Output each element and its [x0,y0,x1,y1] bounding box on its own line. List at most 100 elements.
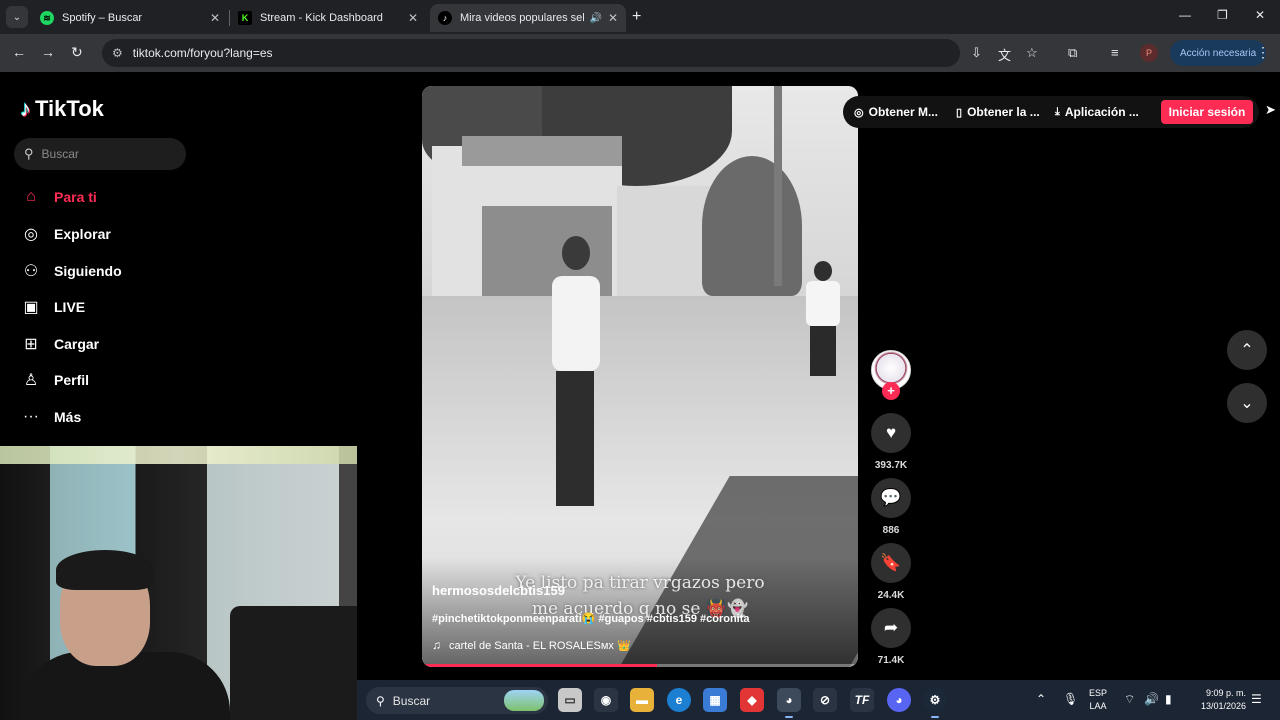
search-icon: ⚲ [24,146,34,161]
steam-icon[interactable]: ⚙ [923,688,947,712]
share-button[interactable]: ➦ [871,608,911,648]
tab-search-menu-icon[interactable]: ⌄ [6,6,28,28]
speaker-icon[interactable]: 🔊 [589,13,601,24]
home-icon: ⌂ [26,188,36,205]
close-icon[interactable]: ✕ [408,11,418,25]
save-button[interactable]: 🔖 [871,543,911,583]
close-icon[interactable]: ✕ [608,11,618,25]
video-subject-background [802,261,842,376]
install-app-icon[interactable]: ⇩ [971,45,982,61]
live-icon: ▣ [23,299,39,316]
more-icon: ··· [23,408,39,425]
store-icon[interactable]: ▦ [703,688,727,712]
comment-icon: 💬 [880,488,902,507]
tray-overflow-icon[interactable]: ⌃ [1036,692,1046,706]
maximize-icon[interactable]: ❐ [1217,8,1228,22]
copilot-icon[interactable]: ◉ [594,688,618,712]
volume-icon[interactable]: 🔊 [1144,692,1159,706]
file-explorer-icon[interactable]: ▬ [630,688,654,712]
close-icon[interactable]: ✕ [210,11,220,25]
sidebar-item-siguiendo[interactable]: ⚇ Siguiendo [20,257,122,285]
download-icon: ⤓ [1055,105,1060,118]
webcam-led-light [0,446,357,464]
like-button[interactable]: ♥ [871,413,911,453]
sidebar-item-cargar[interactable]: ⊞ Cargar [20,330,99,358]
taskbar-clock[interactable]: 9:09 p. m. 13/01/2026 [1188,687,1246,713]
desktop-app-link[interactable]: ⤓ Aplicación ... [1055,105,1139,119]
heart-icon: ♥ [885,423,897,442]
sidebar-item-mas[interactable]: ··· Más [20,403,81,431]
site-info-icon[interactable]: ⚙ [112,46,123,60]
anydesk-icon[interactable]: ◆ [740,688,764,712]
tab-title: Stream - Kick Dashboard [260,12,383,24]
upload-icon: ⊞ [24,336,38,353]
logo-text: TikTok [35,96,104,121]
notifications-icon[interactable]: ☰ [1251,692,1262,706]
browser-menu-icon[interactable]: ⋮ [1256,44,1270,61]
video-player[interactable]: Ye listo pa tirar vrgazos pero me acuerd… [422,86,858,667]
search-icon: ⚲ [376,693,385,708]
kick-icon: K [238,11,252,25]
video-author[interactable]: hermososdelcbtis159 [432,583,565,598]
previous-video-button[interactable]: ⌃ [1227,330,1267,370]
address-bar[interactable]: ⚙ tiktok.com/foryou?lang=es [102,39,960,67]
discord-icon[interactable]: ◕ [887,688,911,712]
microphone-icon[interactable]: 🎙 [1063,692,1078,706]
forward-icon[interactable]: → [41,44,55,60]
tiktok-logo[interactable]: ♪ TikTok [20,96,104,122]
header-link-label: Obtener la ... [967,105,1040,119]
task-view-icon[interactable]: ▭ [558,688,582,712]
sidebar-item-label: Cargar [54,336,100,352]
language-indicator[interactable]: ESP LAA [1089,687,1107,713]
sidebar-item-para-ti[interactable]: ⌂ Para ti [20,183,97,211]
follow-plus-icon[interactable]: + [882,382,900,400]
wifi-icon[interactable]: ⌔ [1124,692,1135,707]
browser-tab-strip: ⌄ ≋ Spotify – Buscar ✕ K Stream - Kick D… [0,0,1280,34]
get-app-link[interactable]: ▯ Obtener la ... [956,105,1040,119]
chrome-icon[interactable]: ◕ [777,688,801,712]
action-required-button[interactable]: Acción necesaria [1170,40,1267,66]
window-close-icon[interactable]: ✕ [1255,8,1265,22]
tab-kick[interactable]: K Stream - Kick Dashboard ✕ [230,4,426,32]
minimize-icon[interactable]: — [1179,8,1191,22]
sidebar-item-live[interactable]: ▣ LIVE [20,293,85,321]
get-coins-link[interactable]: ◎ Obtener M... [854,105,938,119]
login-button[interactable]: Iniciar sesión [1161,100,1253,124]
sidebar-item-label: Siguiendo [54,263,122,279]
sidebar-item-perfil[interactable]: ♙ Perfil [20,366,89,394]
tab-tiktok[interactable]: ♪ Mira videos populares seleccionados 🔊 … [430,4,626,32]
sidebar-item-label: Más [54,409,82,425]
new-tab-button[interactable]: + [632,8,641,26]
search-placeholder: Buscar [41,147,79,161]
share-count: 71.4K [877,655,905,666]
browser-toolbar: ← → ↻ ⚙ tiktok.com/foryou?lang=es ⇩ 文 ☆ … [0,34,1280,72]
extensions-icon[interactable]: ⧉ [1068,45,1077,61]
edge-icon[interactable]: e [667,688,691,712]
next-video-button[interactable]: ⌄ [1227,383,1267,423]
music-note-icon: ♫ [432,638,441,652]
clock-time: 9:09 p. m. [1205,688,1246,698]
video-description[interactable]: #pinchetiktokponmeenparati😭 #guapos #cbt… [432,612,852,625]
tf-app-icon[interactable]: TF [850,688,874,712]
profile-avatar[interactable]: P [1140,44,1158,62]
mouse-cursor-icon: ➤ [1265,102,1276,117]
profile-icon: ♙ [23,372,39,389]
comment-button[interactable]: 💬 [871,478,911,518]
translate-icon[interactable]: 文 [998,45,1011,64]
media-control-icon[interactable]: ≡ [1111,45,1119,60]
tab-spotify[interactable]: ≋ Spotify – Buscar ✕ [32,4,228,32]
obs-icon[interactable]: ⊘ [813,688,837,712]
search-input[interactable]: ⚲ Buscar [14,138,186,170]
taskbar-search[interactable]: ⚲ Buscar [366,687,548,714]
sidebar-item-label: Explorar [54,226,111,242]
reload-icon[interactable]: ↻ [71,44,83,61]
share-icon: ➦ [883,618,899,637]
video-music[interactable]: ♫ cartel de Santa - EL ROSALESмx 👑 [432,638,631,652]
battery-icon[interactable]: ▮ [1165,692,1172,706]
phone-icon: ▯ [956,106,963,119]
coin-icon: ◎ [854,106,864,119]
video-progress-bar[interactable] [422,664,858,667]
back-icon[interactable]: ← [12,44,26,60]
sidebar-item-explorar[interactable]: ◎ Explorar [20,220,111,248]
bookmark-star-icon[interactable]: ☆ [1026,45,1038,61]
